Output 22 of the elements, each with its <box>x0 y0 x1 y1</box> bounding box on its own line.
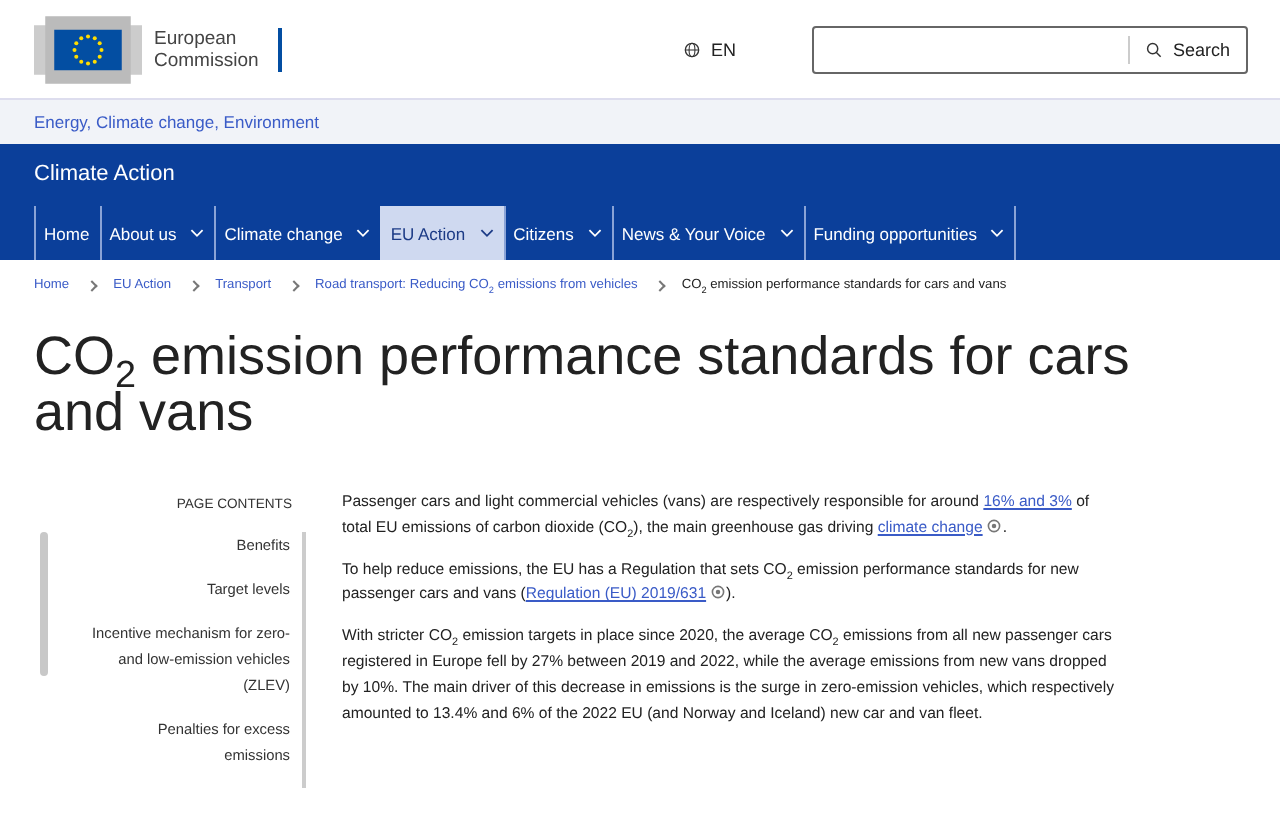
chevron-down-icon <box>356 228 371 238</box>
nav-tab[interactable]: Funding opportunities <box>803 206 1017 260</box>
logo-text: European <box>154 27 239 49</box>
nav-tab[interactable]: Citizens <box>503 206 612 260</box>
nav-tab[interactable]: News & Your Voice <box>611 206 804 260</box>
nav-tab[interactable]: About us <box>99 206 215 260</box>
chevron-down-icon <box>587 228 602 238</box>
nav-tab[interactable]: Home <box>34 206 100 260</box>
chevron-down-icon <box>190 228 205 238</box>
chevron-right-icon <box>654 279 666 291</box>
scrollbar <box>40 532 48 676</box>
page-title: CO$_{2}$ emission performance standards for cars and vans <box>34 328 1132 440</box>
language-button[interactable]: EN <box>684 39 736 59</box>
globe-icon <box>684 41 701 57</box>
logo-text: Commission <box>154 49 259 71</box>
site-link[interactable]: Energy, Climate change, Environment <box>34 112 320 132</box>
chevron-down-icon <box>479 228 494 238</box>
site-title: Climate Action <box>32 160 177 186</box>
flag-building-icon <box>34 15 142 83</box>
chevron-down-icon <box>990 228 1005 238</box>
nav-tab[interactable]: EU Action <box>380 206 504 260</box>
chevron-down-icon <box>779 228 794 238</box>
